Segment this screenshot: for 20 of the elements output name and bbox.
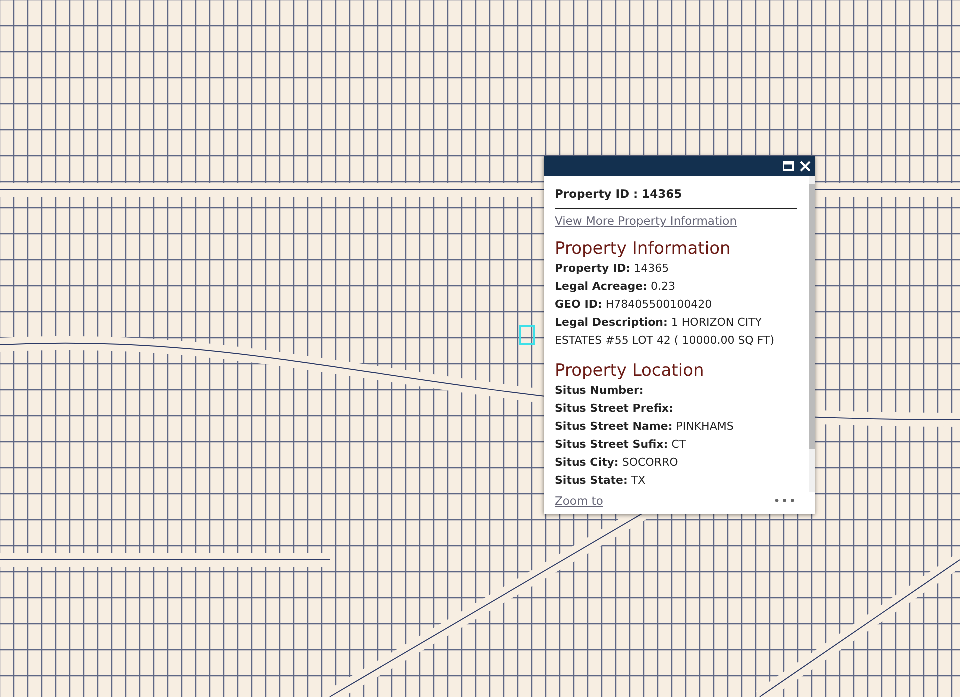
selected-parcel-outline — [519, 325, 535, 345]
field-text: Situs Street Name: PINKHAMS — [555, 419, 735, 435]
field-text: Property ID: 14365 — [555, 261, 670, 277]
field-text: Situs Number: — [555, 383, 645, 399]
field-text: Situs State: TX — [555, 473, 647, 489]
field-text: Situs Street Sufix: CT — [555, 437, 688, 453]
field-text: GEO ID: H78405500100420 — [555, 297, 714, 313]
section-heading: Property Location — [555, 361, 706, 381]
zoom-to-link[interactable]: Zoom to — [555, 494, 604, 508]
popup-title: Property ID : 14365 — [555, 184, 797, 209]
view-more-link[interactable]: View More Property Information — [555, 214, 737, 228]
maximize-icon[interactable] — [783, 161, 794, 171]
field-text: Situs City: SOCORRO — [555, 455, 680, 471]
scrollbar[interactable] — [809, 176, 815, 492]
more-options-button[interactable]: ••• — [774, 494, 797, 508]
close-icon[interactable] — [800, 160, 811, 172]
field-text: Legal Description: 1 HORIZON CITY ESTATES #55 LOT 42 ( 10000.00 SQ FT) — [555, 315, 776, 349]
section-heading: Property Information — [555, 239, 732, 259]
field-text: Legal Acreage: 0.23 — [555, 279, 676, 295]
field-text: Situs Street Prefix: — [555, 401, 674, 417]
